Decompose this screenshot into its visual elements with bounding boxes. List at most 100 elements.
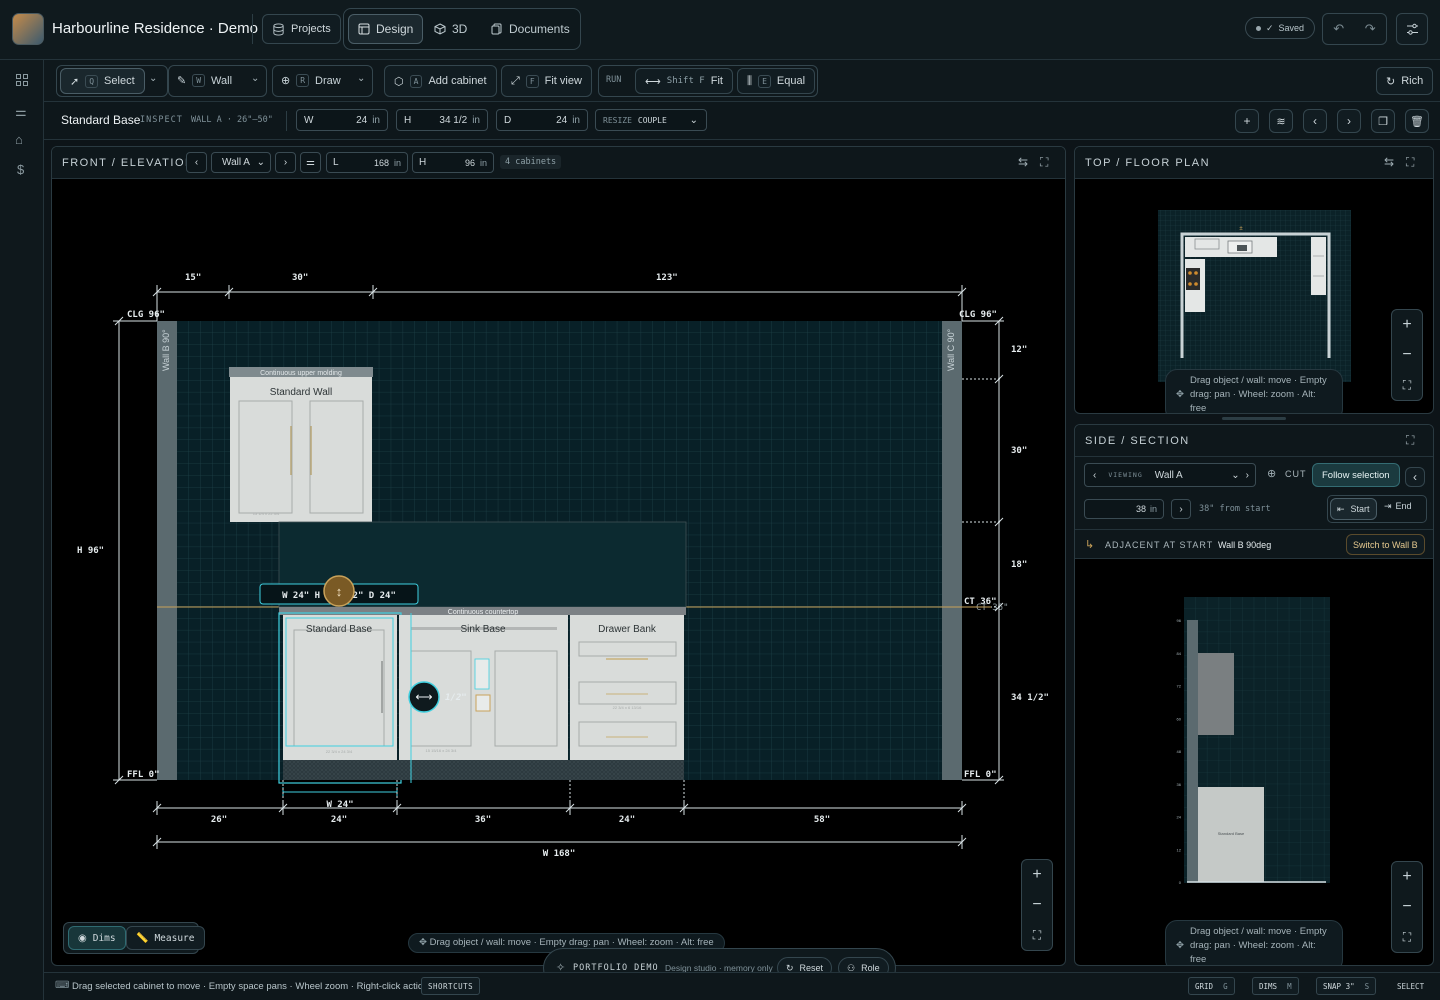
depth-field[interactable]: D 24 in (496, 109, 588, 131)
bottom-dim-4: 24" (619, 815, 635, 825)
section-wall (1187, 620, 1198, 882)
section-wall-select[interactable]: ‹ VIEWING Wall A ⌄ › (1084, 463, 1256, 487)
wall-next-button[interactable]: › (275, 152, 296, 173)
standard-base-name: Standard Base (306, 624, 373, 635)
rich-button[interactable]: ↻ Rich (1376, 67, 1434, 95)
layout-icon (358, 23, 370, 35)
left-wall[interactable] (157, 321, 177, 780)
home-icon[interactable]: ⌂ (15, 132, 23, 147)
chevron-down-icon[interactable]: ⌄ (251, 73, 259, 84)
follow-selection-button[interactable]: Follow selection (1312, 463, 1400, 487)
tab-documents[interactable]: Documents (491, 22, 570, 36)
chevron-down-icon[interactable]: ⌄ (357, 73, 365, 84)
section-header: SIDE / SECTION ⛶ (1075, 425, 1433, 457)
fit-view-label: Fit view (544, 75, 582, 87)
filter-button[interactable]: ⚌ (300, 152, 321, 173)
cut-position-field[interactable]: 38 in (1084, 499, 1164, 519)
dims-toggle[interactable]: ◉ Dims (68, 926, 126, 950)
cut-step-button[interactable]: › (1171, 499, 1191, 519)
grid-toggle[interactable]: GRID G (1188, 977, 1235, 995)
fit-screen-icon[interactable]: ⛶ (1022, 920, 1052, 950)
redo-icon[interactable]: ↷ (1365, 21, 1376, 37)
settings-button[interactable] (1396, 13, 1428, 45)
width-field[interactable]: W 24 in (296, 109, 388, 131)
tab-design[interactable]: Design (348, 14, 424, 44)
wall-label: Wall (211, 74, 233, 87)
zoom-out-icon[interactable]: − (1392, 892, 1422, 922)
add-button[interactable]: + (1235, 109, 1259, 133)
wall-select[interactable]: Wall A ⌄ (211, 152, 271, 173)
swap-icon[interactable]: ⇆ (1018, 155, 1028, 169)
adjustments-icon[interactable]: ⚌ (15, 104, 27, 120)
length-value: 168 (373, 157, 389, 168)
fullscreen-icon[interactable]: ⛶ (1406, 433, 1414, 448)
pricing-icon[interactable]: $ (17, 162, 24, 177)
duplicate-button[interactable]: ❐ (1371, 109, 1395, 133)
chevron-down-icon[interactable]: ⌄ (149, 73, 157, 84)
next-button[interactable]: › (1337, 109, 1361, 133)
tab-3d[interactable]: 3D (434, 22, 467, 36)
collapse-button[interactable]: ‹ (1405, 467, 1425, 487)
tab-documents-label: Documents (509, 22, 570, 36)
plan-right-run[interactable] (1311, 237, 1326, 295)
database-icon (273, 22, 284, 36)
select-tool-button[interactable]: ➚ Q Select (60, 68, 145, 94)
elevation-title: FRONT / ELEVATION (62, 157, 195, 169)
right-wall[interactable] (942, 321, 962, 780)
panel-resize-handle[interactable] (1222, 417, 1286, 420)
fit-run-button[interactable]: ⟷ Shift F Fit (635, 68, 733, 94)
length-field[interactable]: L 168 in (326, 152, 408, 173)
wall-height-field[interactable]: H 96 in (412, 152, 494, 173)
app-logo[interactable] (12, 13, 44, 45)
wall-tool-button[interactable]: ✎ W Wall (177, 74, 232, 87)
length-unit: in (393, 157, 401, 168)
zoom-in-icon[interactable]: + (1022, 860, 1052, 890)
fullscreen-icon[interactable]: ⛶ (1406, 155, 1414, 170)
section-canvas[interactable]: Standard Base 96 84 72 60 48 36 24 12 0 (1075, 560, 1434, 966)
chevron-right-icon[interactable]: › (1246, 470, 1249, 481)
fullscreen-icon[interactable]: ⛶ (1040, 155, 1048, 170)
height-field[interactable]: H 34 1/2 in (396, 109, 488, 131)
fit-view-button[interactable]: ⤢ F Fit view (501, 65, 592, 97)
drawer-bank-cabinet[interactable]: Drawer Bank 22 3/4 x 6 13/16 (570, 615, 684, 760)
width-value: 24 (356, 114, 368, 126)
shortcuts-button[interactable]: SHORTCUTS (421, 977, 481, 995)
standard-base-cabinet[interactable]: Standard Base 22 3/4 x 24 3/4 (278, 612, 402, 784)
add-cabinet-button[interactable]: ⬡ A Add cabinet (384, 65, 497, 97)
chevron-left-icon[interactable]: ‹ (1093, 470, 1096, 481)
left-wall-label: Wall B 90° (161, 329, 171, 371)
zoom-in-icon[interactable]: + (1392, 862, 1422, 892)
section-upper-cabinet[interactable] (1198, 653, 1234, 735)
zoom-in-icon[interactable]: + (1392, 310, 1422, 340)
measure-toggle[interactable]: 📏 Measure (126, 926, 205, 950)
height-value: 34 1/2 (439, 114, 468, 126)
end-button[interactable]: ⇥ End (1384, 501, 1412, 512)
switch-wall-button[interactable]: Switch to Wall B (1346, 534, 1425, 555)
snap-toggle[interactable]: SNAP 3" S (1316, 977, 1377, 995)
equal-run-button[interactable]: ⫼ E Equal (737, 68, 816, 94)
dims-status-toggle[interactable]: DIMS M (1252, 977, 1299, 995)
previous-button[interactable]: ‹ (1303, 109, 1327, 133)
wall-prev-button[interactable]: ‹ (186, 152, 207, 173)
right-dim-1: 12" (1011, 345, 1027, 355)
section-tick-label: 84 (1177, 651, 1182, 656)
start-button[interactable]: ⇤ Start (1330, 498, 1377, 520)
swap-icon[interactable]: ⇆ (1384, 155, 1394, 169)
grid-icon[interactable] (16, 74, 28, 86)
delete-button[interactable]: 🗑 (1405, 109, 1429, 133)
zoom-out-icon[interactable]: − (1392, 340, 1422, 370)
elevation-canvas[interactable]: Wall B 90° Wall C 90° 15" 30" 123" H 96"… (52, 179, 1066, 966)
draw-tool-button[interactable]: ⊕ R Draw (281, 74, 341, 87)
layers-button[interactable]: ≋ (1269, 109, 1293, 133)
zoom-out-icon[interactable]: − (1022, 890, 1052, 920)
fit-screen-icon[interactable]: ⛶ (1392, 922, 1422, 952)
upper-cabinet[interactable]: Continuous upper molding Standard Wall 1… (229, 367, 373, 522)
grid-label: GRID (1195, 981, 1214, 991)
floor-plan-header: TOP / FLOOR PLAN ⇆ ⛶ (1075, 147, 1433, 179)
fit-screen-icon[interactable]: ⛶ (1392, 370, 1422, 400)
saved-badge: ✓ Saved (1245, 17, 1316, 39)
undo-icon[interactable]: ↶ (1333, 21, 1344, 37)
resize-mode-select[interactable]: RESIZE COUPLE ⌄ (595, 109, 707, 131)
projects-button[interactable]: Projects (262, 14, 341, 44)
right-dim-4: 34 1/2" (1011, 693, 1049, 703)
